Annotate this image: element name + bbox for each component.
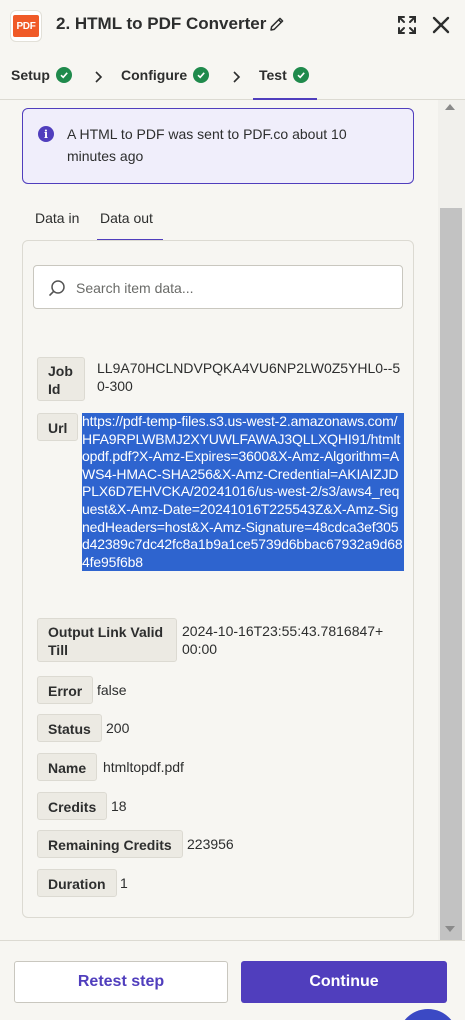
step-nav: Setup Configure Test (0, 56, 465, 100)
step-test-label: Test (259, 67, 287, 83)
info-message: A HTML to PDF was sent to PDF.co about 1… (67, 126, 347, 164)
check-icon (193, 67, 210, 83)
tab-data-out[interactable]: Data out (100, 210, 153, 226)
search-box[interactable] (33, 265, 403, 309)
pencil-icon[interactable] (268, 15, 286, 33)
tab-data-in[interactable]: Data in (35, 210, 79, 226)
header: PDF 2. HTML to PDF Converter (0, 0, 465, 56)
field-value-name: htmltopdf.pdf (103, 759, 184, 775)
field-value-duration: 1 (120, 875, 128, 891)
step-title: 2. HTML to PDF Converter (56, 14, 267, 33)
scroll-up-arrow-icon[interactable] (445, 104, 455, 110)
step-configure-label: Configure (121, 67, 188, 83)
field-key-duration: Duration (37, 869, 117, 897)
field-value-status: 200 (106, 720, 130, 736)
field-key-job-id: Job Id (37, 357, 85, 401)
info-icon: i (38, 126, 54, 142)
step-setup[interactable]: Setup (11, 67, 72, 83)
step-test[interactable]: Test (259, 67, 309, 83)
check-icon (55, 67, 72, 83)
continue-button[interactable]: Continue (241, 961, 447, 1003)
field-key-output-link: Output Link Valid Till (37, 618, 177, 662)
step-setup-label: Setup (11, 67, 50, 83)
field-key-status: Status (37, 714, 102, 742)
field-value-output-link: 2024-10-16T23:55:43.7816847+00:00 (182, 623, 384, 657)
app-logo: PDF (10, 10, 42, 42)
info-banner: i A HTML to PDF was sent to PDF.co about… (22, 108, 414, 184)
check-icon (292, 67, 309, 83)
vertical-scrollbar[interactable] (438, 100, 465, 1014)
close-icon[interactable] (430, 14, 452, 36)
chevron-right-icon (233, 71, 241, 83)
field-value-error: false (97, 682, 127, 698)
footer: Retest step Continue (0, 940, 465, 1020)
search-input[interactable] (76, 278, 386, 298)
chevron-right-icon (95, 71, 103, 83)
expand-icon[interactable] (396, 14, 418, 36)
field-key-url: Url (37, 413, 79, 441)
field-value-job-id: LL9A70HCLNDVPQKA4VU6NP2LW0Z5YHL0--50-300 (97, 360, 401, 394)
field-key-name: Name (37, 753, 98, 781)
field-key-error: Error (37, 676, 94, 704)
scrollbar-thumb[interactable] (440, 208, 462, 1014)
retest-step-button[interactable]: Retest step (14, 961, 228, 1003)
field-key-remaining-credits: Remaining Credits (37, 830, 183, 858)
scroll-area[interactable]: i A HTML to PDF was sent to PDF.co about… (0, 100, 436, 940)
field-value-remaining-credits: 223956 (187, 836, 234, 852)
scroll-down-arrow-icon[interactable] (445, 926, 455, 932)
field-key-credits: Credits (37, 792, 108, 820)
field-value-url: https://pdf-temp-files.s3.us-west-2.amaz… (82, 413, 404, 572)
pdf-logo-icon: PDF (13, 15, 39, 37)
search-icon (49, 280, 65, 296)
field-value-credits: 18 (111, 798, 127, 814)
data-out-panel: Job Id LL9A70HCLNDVPQKA4VU6NP2LW0Z5YHL0-… (22, 240, 414, 918)
step-configure[interactable]: Configure (121, 67, 210, 83)
